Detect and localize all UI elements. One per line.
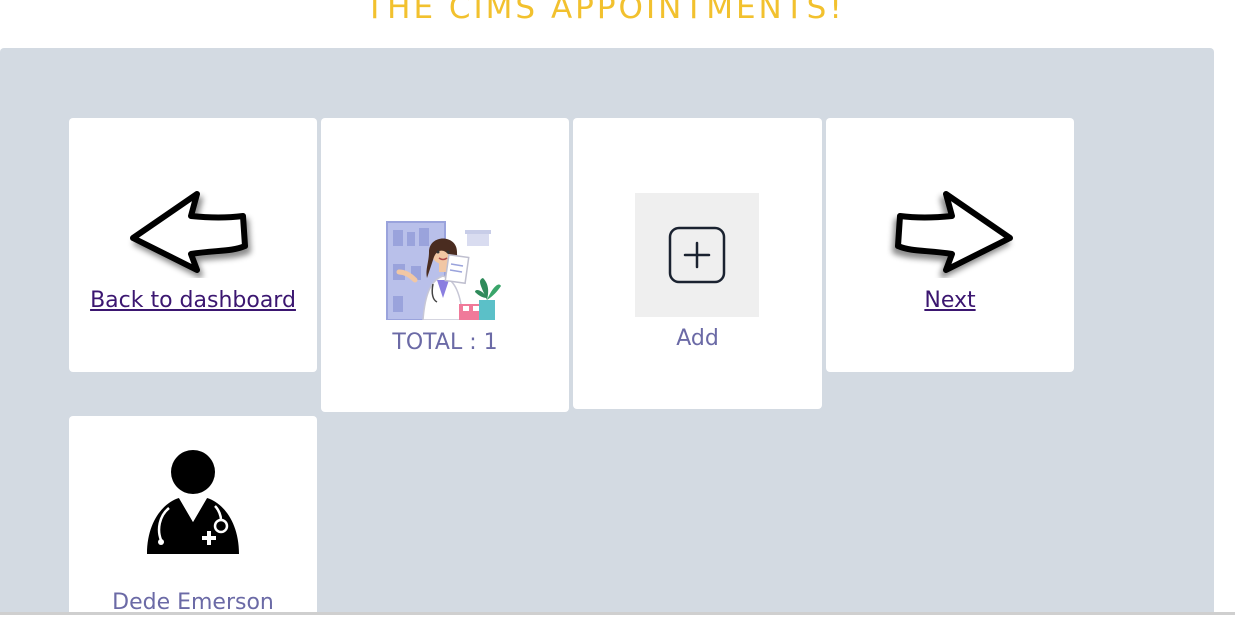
next-card[interactable]: Next [826, 118, 1074, 372]
back-to-dashboard-link[interactable]: Back to dashboard [69, 288, 317, 313]
arrow-left-icon[interactable] [127, 188, 257, 278]
total-card: TOTAL : 1 [321, 118, 569, 412]
arrow-right-icon[interactable] [886, 188, 1016, 278]
doctor-card[interactable]: Dede Emerson [69, 416, 317, 626]
back-card[interactable]: Back to dashboard [69, 118, 317, 372]
add-card[interactable]: Add [573, 118, 822, 409]
total-count-label: TOTAL : 1 [392, 330, 498, 355]
pharmacist-illustration-icon [386, 221, 501, 320]
appointments-panel: Back to dashboard TOTAL: 1 Add Next Ded… [0, 48, 1214, 626]
add-tile[interactable] [635, 193, 759, 317]
page-title: THE CIMS APPOINTMENTS! [365, 0, 845, 26]
add-label[interactable]: Add [573, 326, 822, 351]
plus-square-icon[interactable] [668, 226, 726, 284]
doctor-avatar-icon [147, 450, 239, 554]
next-link[interactable]: Next [826, 288, 1074, 313]
